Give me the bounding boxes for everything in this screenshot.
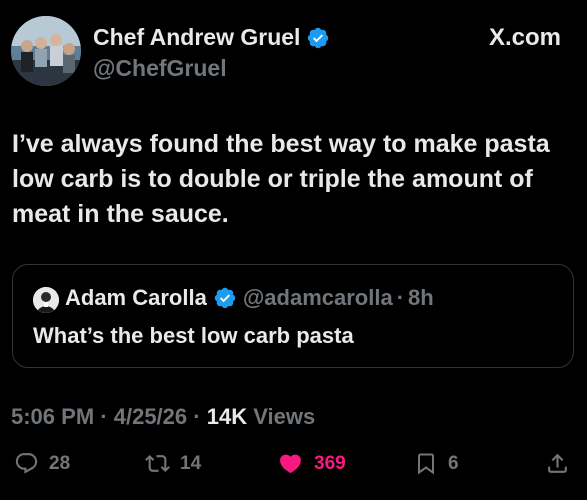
- author-display-name[interactable]: Chef Andrew Gruel: [93, 24, 300, 51]
- repost-icon: [145, 455, 170, 472]
- heart-icon: [280, 454, 301, 474]
- quoted-tweet-card[interactable]: Adam Carolla @adamcarolla · 8h What’s th…: [12, 264, 574, 368]
- reply-icon: [15, 453, 38, 474]
- bookmark-count: 6: [448, 452, 459, 474]
- reply-count: 28: [49, 452, 71, 474]
- author-handle[interactable]: @ChefGruel: [93, 55, 227, 82]
- share-button[interactable]: [545, 451, 570, 476]
- verified-badge-icon: [214, 287, 236, 309]
- meta-separator: ·: [193, 404, 201, 429]
- quoted-text: What’s the best low carb pasta: [33, 323, 354, 348]
- views-label: Views: [253, 404, 316, 429]
- repost-button[interactable]: 14: [145, 451, 201, 476]
- reply-button[interactable]: 28: [14, 451, 70, 476]
- bookmark-icon: [418, 453, 434, 475]
- meta-separator: ·: [100, 404, 108, 429]
- tweet-meta: 5:06 PM · 4/25/26 · 14K Views: [11, 404, 315, 430]
- tweet-text: I’ve always found the best way to make p…: [12, 130, 550, 228]
- like-count: 369: [314, 452, 346, 474]
- quoted-header: Adam Carolla @adamcarolla · 8h: [65, 285, 434, 311]
- like-button[interactable]: 369: [277, 451, 346, 476]
- share-icon: [548, 453, 567, 473]
- views-count: 14K: [206, 404, 248, 429]
- bookmark-button[interactable]: 6: [414, 451, 459, 476]
- quoted-handle[interactable]: @adamcarolla: [243, 285, 393, 311]
- author-name-row: Chef Andrew Gruel: [93, 24, 330, 51]
- tweet-time[interactable]: 5:06 PM: [11, 404, 94, 429]
- author-avatar[interactable]: [11, 16, 81, 86]
- verified-badge-icon: [308, 27, 329, 48]
- source-label: X.com: [488, 24, 561, 51]
- tweet-date[interactable]: 4/25/26: [114, 404, 187, 429]
- quoted-time[interactable]: 8h: [408, 285, 434, 311]
- quoted-separator: ·: [396, 285, 405, 310]
- quoted-avatar[interactable]: [33, 287, 59, 313]
- repost-count: 14: [180, 452, 202, 474]
- quoted-display-name[interactable]: Adam Carolla: [65, 285, 207, 311]
- action-bar: 28 14 369 6: [0, 451, 587, 485]
